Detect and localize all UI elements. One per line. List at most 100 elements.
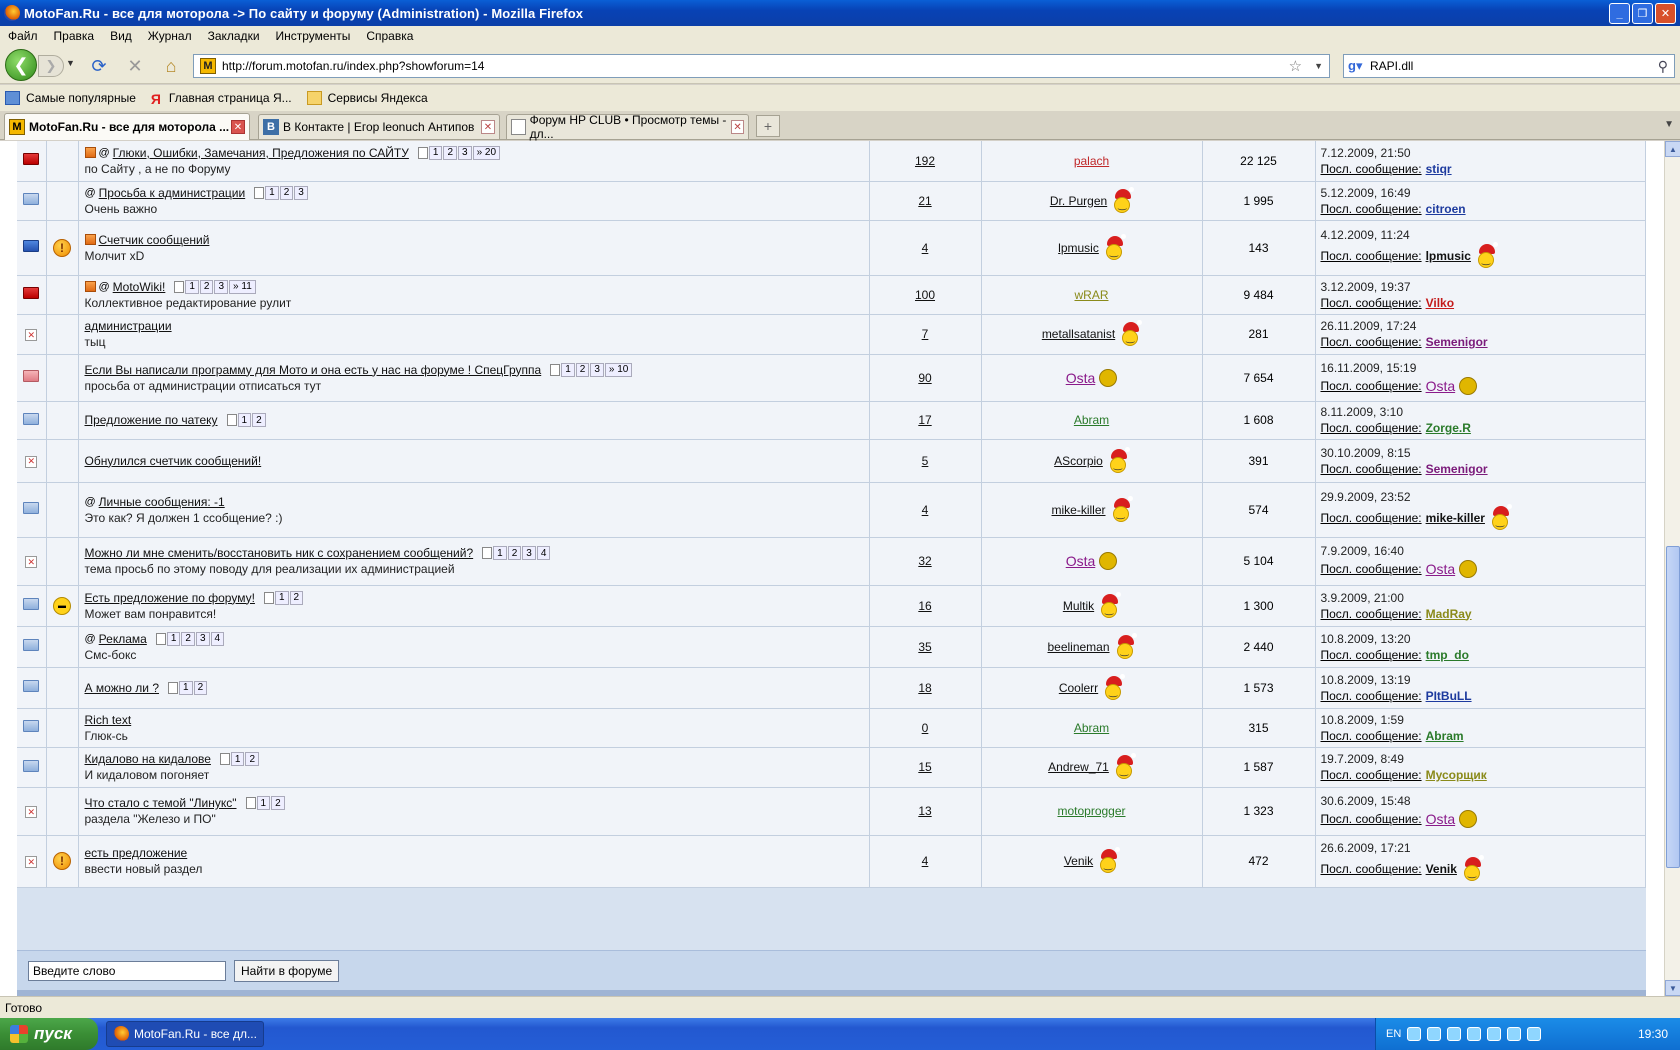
topic-author-link[interactable]: Multik [1063,591,1122,618]
page-link[interactable]: 3 [294,185,308,200]
close-button[interactable]: ✕ [1655,3,1676,24]
tab-close-icon[interactable]: ✕ [731,120,744,134]
page-link[interactable]: 2 [575,362,590,377]
last-post-author-link[interactable]: Osta [1426,811,1456,827]
topic-author-link[interactable]: lpmusic [1058,233,1126,260]
last-post-label-link[interactable]: Посл. сообщение: [1321,689,1422,703]
topic-title-link[interactable]: Счетчик сообщений [99,233,210,247]
menu-tools[interactable]: Инструменты [268,29,359,43]
last-post-author-link[interactable]: Мусорщик [1426,768,1487,782]
url-bar[interactable]: M http://forum.motofan.ru/index.php?show… [193,54,1330,78]
page-link[interactable]: 3 [522,546,536,560]
page-link[interactable]: 2 [279,185,294,200]
last-post-label-link[interactable]: Посл. сообщение: [1321,562,1422,576]
network-tray-icon[interactable] [1427,1027,1442,1041]
forum-search-input[interactable] [28,960,226,981]
last-post-author-link[interactable]: Vilko [1426,296,1454,310]
topic-author-link[interactable]: Dr. Purgen [1050,186,1135,213]
topic-author-link[interactable]: Coolerr [1059,673,1126,700]
menu-edit[interactable]: Правка [46,29,103,43]
scroll-up-arrow-icon[interactable]: ▲ [1665,141,1680,157]
last-post-label-link[interactable]: Посл. сообщение: [1321,162,1422,176]
topic-title-link[interactable]: Можно ли мне сменить/восстановить ник с … [85,546,474,560]
topic-author-link[interactable]: palach [1074,154,1109,168]
page-link[interactable]: 2 [245,752,260,766]
bookmark-yandex-home[interactable]: Я Главная страница Я... [151,91,292,107]
topic-title-link[interactable]: А можно ли ? [85,681,160,695]
help-tray-icon[interactable] [1407,1027,1422,1041]
last-post-author-link[interactable]: Semenigor [1426,462,1488,476]
topic-author-link[interactable]: Osta [1066,368,1118,387]
topic-author-link[interactable]: mike-killer [1052,495,1133,522]
page-link[interactable]: 3 [195,631,210,646]
last-post-label-link[interactable]: Посл. сообщение: [1321,607,1422,621]
page-link[interactable]: 1 [428,145,443,160]
page-link[interactable]: 2 [507,546,522,560]
battery-tray-icon[interactable] [1507,1027,1522,1041]
topic-author-link[interactable]: beelineman [1047,632,1137,659]
forward-button[interactable]: ❯ [38,55,64,77]
topic-title-link[interactable]: есть предложение [85,846,188,860]
page-link[interactable]: 1 [166,631,181,646]
search-icon[interactable]: ⚲ [1658,58,1668,75]
topic-title-link[interactable]: MotoWiki! [113,280,166,294]
maximize-button[interactable]: ❐ [1632,3,1653,24]
page-link[interactable]: 1 [274,590,289,605]
topic-author-link[interactable]: Abram [1074,413,1109,427]
last-post-label-link[interactable]: Посл. сообщение: [1321,249,1422,263]
menu-help[interactable]: Справка [358,29,421,43]
language-indicator[interactable]: EN [1386,1028,1401,1040]
app-tray-icon[interactable] [1467,1027,1482,1041]
last-post-author-link[interactable]: mike-killer [1426,511,1485,525]
topic-author-link[interactable]: Andrew_71 [1048,753,1136,779]
bookmark-star-icon[interactable]: ☆ [1289,57,1302,75]
page-link[interactable]: 1 [561,362,575,377]
last-post-author-link[interactable]: tmp_do [1426,648,1469,662]
page-link[interactable]: 1 [237,413,252,427]
tab-hpclub[interactable]: Форум HP CLUB • Просмотр темы - дл... ✕ [506,113,749,141]
topic-title-link[interactable]: Что стало с темой "Линукс" [85,796,237,810]
topic-title-link[interactable]: Кидалово на кидалове [85,752,211,766]
replies-count-link[interactable]: 90 [918,371,931,385]
last-post-label-link[interactable]: Посл. сообщение: [1321,862,1422,876]
start-button[interactable]: пуск [0,1018,98,1050]
last-post-author-link[interactable]: Zorge.R [1426,421,1471,435]
page-link[interactable]: 1 [230,752,245,766]
last-post-author-link[interactable]: Venik [1426,862,1457,876]
bookmark-most-visited[interactable]: Самые популярные [5,91,136,105]
page-link[interactable]: 1 [179,680,193,695]
topic-author-link[interactable]: wRAR [1074,288,1108,302]
last-post-author-link[interactable]: lpmusic [1426,249,1471,263]
replies-count-link[interactable]: 18 [918,681,931,695]
last-post-author-link[interactable]: Semenigor [1426,335,1488,349]
scroll-down-arrow-icon[interactable]: ▼ [1665,980,1680,996]
new-tab-button[interactable]: + [756,115,780,137]
bookmark-yandex-services[interactable]: Сервисы Яндекса [306,91,428,105]
last-post-label-link[interactable]: Посл. сообщение: [1321,729,1422,743]
menu-view[interactable]: Вид [102,29,140,43]
topic-title-link[interactable]: Если Вы написали программу для Мото и он… [85,363,542,377]
last-post-label-link[interactable]: Посл. сообщение: [1321,812,1422,826]
replies-count-link[interactable]: 21 [918,194,931,208]
last-post-author-link[interactable]: Osta [1426,561,1456,577]
volume-tray-icon[interactable] [1447,1027,1462,1041]
topic-author-link[interactable]: Venik [1064,847,1121,873]
topic-author-link[interactable]: motoprogger [1057,804,1125,818]
last-post-label-link[interactable]: Посл. сообщение: [1321,648,1422,662]
replies-count-link[interactable]: 13 [918,804,931,818]
last-post-author-link[interactable]: Osta [1426,378,1456,394]
replies-count-link[interactable]: 100 [915,288,935,302]
tab-vkontakte[interactable]: B В Контакте | Егор leonuch Антипов ✕ [258,114,500,139]
last-post-label-link[interactable]: Посл. сообщение: [1321,511,1422,525]
menu-history[interactable]: Журнал [140,29,200,43]
replies-count-link[interactable]: 16 [918,599,931,613]
page-link[interactable]: » 11 [229,279,256,294]
google-icon[interactable]: g▾ [1348,58,1366,74]
last-post-label-link[interactable]: Посл. сообщение: [1321,335,1422,349]
topic-author-link[interactable]: Abram [1074,721,1109,735]
page-link[interactable]: 2 [181,631,195,646]
vertical-scrollbar[interactable]: ▲ ▼ [1664,141,1680,996]
tab-close-icon[interactable]: ✕ [231,120,245,134]
replies-count-link[interactable]: 5 [922,454,929,468]
last-post-label-link[interactable]: Посл. сообщение: [1321,296,1422,310]
